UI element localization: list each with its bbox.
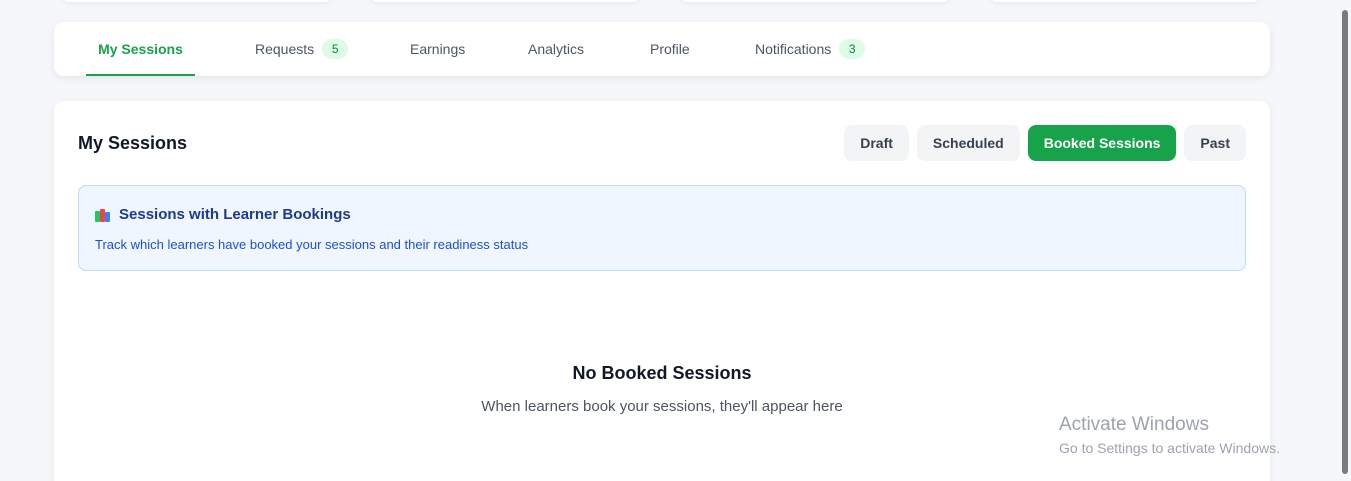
- page-scrollbar[interactable]: [1339, 0, 1351, 481]
- filter-draft-button[interactable]: Draft: [844, 125, 909, 161]
- watermark-title: Activate Windows: [1059, 414, 1209, 435]
- filter-booked-sessions-button[interactable]: Booked Sessions: [1027, 125, 1177, 161]
- requests-count-badge: 5: [322, 39, 349, 59]
- notifications-count-badge: 3: [839, 39, 866, 59]
- windows-activation-watermark: Activate Windows Go to Settings to activ…: [1059, 414, 1280, 456]
- books-icon: [95, 208, 113, 222]
- info-banner-title: Sessions with Learner Bookings: [119, 206, 351, 223]
- tab-label: Profile: [650, 41, 690, 57]
- watermark-subtitle: Go to Settings to activate Windows.: [1059, 440, 1280, 456]
- page-title: My Sessions: [78, 133, 188, 153]
- info-banner-subtitle: Track which learners have booked your se…: [95, 237, 529, 252]
- tab-label: Requests: [255, 41, 315, 57]
- tab-analytics[interactable]: Analytics: [528, 22, 584, 76]
- tab-label: Earnings: [410, 41, 466, 57]
- filter-past-button[interactable]: Past: [1184, 125, 1246, 161]
- top-card: [62, 0, 332, 2]
- top-card: [990, 0, 1260, 2]
- top-card: [680, 0, 950, 2]
- info-banner: Sessions with Learner Bookings Track whi…: [78, 185, 1246, 271]
- tab-label: Analytics: [528, 41, 585, 57]
- tab-profile[interactable]: Profile: [650, 22, 690, 76]
- top-card: [370, 0, 640, 2]
- tab-my-sessions[interactable]: My Sessions: [86, 22, 195, 76]
- scrollbar-thumb[interactable]: [1342, 10, 1348, 474]
- tab-label: My Sessions: [98, 41, 183, 57]
- tab-bar: My Sessions Requests 5 Earnings Analytic…: [54, 22, 1270, 76]
- session-filter-group: Draft Scheduled Booked Sessions Past: [844, 125, 1246, 161]
- tab-label: Notifications: [755, 41, 832, 57]
- empty-state-title: No Booked Sessions: [572, 363, 752, 383]
- empty-state-subtitle: When learners book your sessions, they'l…: [481, 398, 843, 415]
- tab-requests[interactable]: Requests 5: [255, 22, 349, 76]
- tab-notifications[interactable]: Notifications 3: [755, 22, 866, 76]
- filter-scheduled-button[interactable]: Scheduled: [916, 125, 1020, 161]
- tab-earnings[interactable]: Earnings: [410, 22, 465, 76]
